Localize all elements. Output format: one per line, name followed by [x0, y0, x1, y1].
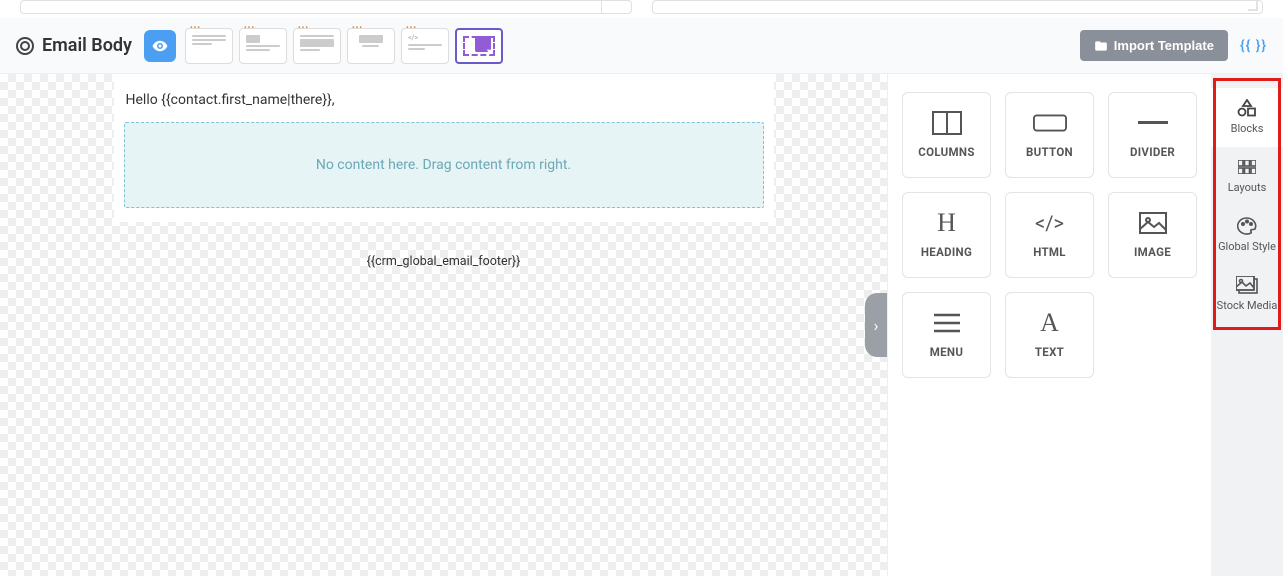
block-image[interactable]: IMAGE	[1108, 192, 1197, 278]
content-dropzone[interactable]: No content here. Drag content from right…	[124, 122, 764, 208]
tab-blocks[interactable]: Blocks	[1211, 88, 1283, 147]
preview-button[interactable]	[144, 30, 176, 62]
drag-dots-icon: •••	[406, 23, 417, 32]
tab-global-style[interactable]: Global Style	[1211, 206, 1283, 265]
button-icon	[1033, 111, 1067, 135]
tab-label: Stock Media	[1217, 299, 1278, 312]
block-label: HTML	[1033, 245, 1066, 259]
divider-icon	[1136, 111, 1170, 135]
block-label: MENU	[930, 345, 963, 359]
text-icon: A	[1033, 311, 1067, 335]
footer-token[interactable]: {{crm_global_email_footer}}	[114, 254, 774, 289]
blocks-grid: COLUMNS BUTTON DIVIDER H HEADING	[888, 74, 1211, 576]
selection-icon	[463, 36, 495, 56]
heading-icon: H	[930, 211, 964, 235]
canvas-area: Hello {{contact.first_name|there}}, No c…	[0, 74, 887, 576]
block-html[interactable]: </> HTML	[1005, 192, 1094, 278]
block-divider[interactable]: DIVIDER	[1108, 92, 1197, 178]
layout-option-4[interactable]: •••	[347, 28, 395, 64]
section-title: Email Body	[42, 35, 132, 56]
block-label: COLUMNS	[918, 145, 974, 159]
drag-dots-icon: •••	[190, 23, 201, 32]
block-text[interactable]: A TEXT	[1005, 292, 1094, 378]
settings-gear-icon[interactable]	[16, 37, 34, 55]
html-icon: </>	[1033, 211, 1067, 235]
block-label: HEADING	[921, 245, 972, 259]
layout-option-5[interactable]: ••• </>	[401, 28, 449, 64]
block-label: BUTTON	[1026, 145, 1073, 159]
tab-layouts[interactable]: Layouts	[1211, 147, 1283, 206]
insert-token-button[interactable]: {{ }}	[1240, 38, 1267, 54]
email-body-toolbar: Email Body ••• ••• ••• ••• ••• </> Impor…	[0, 18, 1283, 74]
side-tabs: Blocks Layouts Global Style Stock Media	[1211, 74, 1283, 576]
chevron-right-icon: ›	[874, 316, 879, 335]
columns-icon	[930, 111, 964, 135]
drag-dots-icon: •••	[352, 23, 363, 32]
block-label: DIVIDER	[1130, 145, 1175, 159]
image-icon	[1136, 211, 1170, 235]
layout-option-1[interactable]: •••	[185, 28, 233, 64]
right-panel: COLUMNS BUTTON DIVIDER H HEADING	[887, 74, 1283, 576]
shapes-icon	[1237, 98, 1257, 118]
layout-option-3[interactable]: •••	[293, 28, 341, 64]
tab-stock-media[interactable]: Stock Media	[1211, 265, 1283, 324]
block-button[interactable]: BUTTON	[1005, 92, 1094, 178]
top-input-row	[0, 0, 1283, 18]
layout-option-select[interactable]	[455, 28, 503, 64]
email-canvas[interactable]: Hello {{contact.first_name|there}}, No c…	[114, 74, 774, 289]
palette-icon	[1237, 216, 1257, 236]
block-columns[interactable]: COLUMNS	[902, 92, 991, 178]
tab-label: Global Style	[1218, 240, 1276, 253]
block-menu[interactable]: MENU	[902, 292, 991, 378]
drag-dots-icon: •••	[298, 23, 309, 32]
folder-open-icon	[1094, 39, 1108, 53]
eye-icon	[151, 37, 169, 55]
greeting-text[interactable]: Hello {{contact.first_name|there}},	[124, 92, 764, 108]
tab-label: Layouts	[1228, 181, 1267, 194]
grid-icon	[1238, 157, 1256, 177]
menu-icon	[930, 311, 964, 335]
block-label: IMAGE	[1134, 245, 1171, 259]
input-right[interactable]	[652, 0, 1264, 14]
drag-dots-icon: •••	[244, 23, 255, 32]
layout-option-2[interactable]: •••	[239, 28, 287, 64]
collapse-panel-handle[interactable]: ›	[865, 293, 887, 357]
email-content: Hello {{contact.first_name|there}}, No c…	[114, 74, 774, 222]
input-left[interactable]	[20, 0, 632, 14]
import-template-label: Import Template	[1114, 38, 1214, 53]
input-left-addon[interactable]	[601, 1, 631, 13]
block-heading[interactable]: H HEADING	[902, 192, 991, 278]
media-icon	[1236, 275, 1258, 295]
block-label: TEXT	[1035, 345, 1064, 359]
tab-label: Blocks	[1231, 122, 1264, 135]
import-template-button[interactable]: Import Template	[1080, 30, 1228, 61]
workspace: Hello {{contact.first_name|there}}, No c…	[0, 74, 1283, 576]
